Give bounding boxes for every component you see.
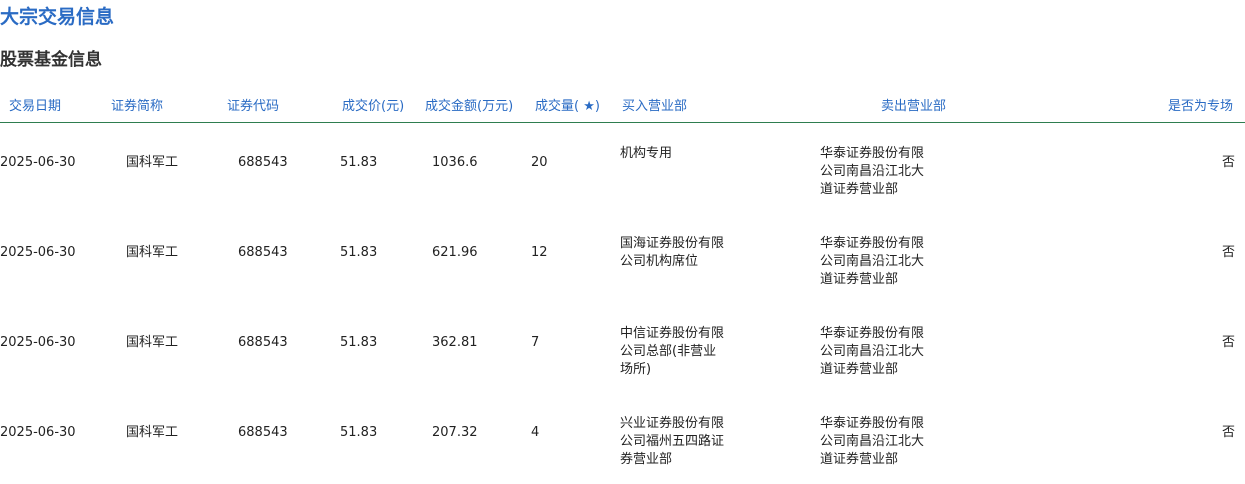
cell-special: 否 [1221,335,1235,350]
cell-buyer-line: 公司机构席位 [620,254,699,269]
table-header: 交易日期 证券简称 证券代码 成交价(元) 成交金额(万元) 成交量( ★) 买… [0,94,1245,123]
cell-special: 否 [1221,155,1235,170]
cell-amount: 621.96 [432,245,478,260]
cell-special: 否 [1221,425,1235,440]
page-title: 大宗交易信息 [0,6,115,28]
header-price[interactable]: 成交价(元) [342,98,404,116]
cell-buyer-line: 中信证券股份有限 [620,326,725,341]
cell-security-name: 国科军工 [126,155,179,170]
cell-security-name: 国科军工 [126,425,179,440]
cell-seller-line: 道证券营业部 [820,362,899,377]
cell-seller-line: 公司南昌沿江北大 [820,344,925,359]
cell-seller: 华泰证券股份有限 公司南昌沿江北大 道证券营业部 [820,235,930,289]
cell-buyer-line: 公司总部(非营业 [620,344,717,359]
header-volume[interactable]: 成交量( ★) [535,98,600,116]
cell-volume: 7 [531,335,540,350]
cell-buyer: 兴业证券股份有限 公司福州五四路证 券营业部 [620,415,730,469]
cell-seller-line: 公司南昌沿江北大 [820,254,925,269]
cell-buyer: 中信证券股份有限 公司总部(非营业 场所) [620,325,730,379]
header-trade-date[interactable]: 交易日期 [9,98,61,116]
cell-seller-line: 公司南昌沿江北大 [820,164,925,179]
cell-trade-date: 2025-06-30 [0,155,76,170]
header-seller[interactable]: 卖出营业部 [881,98,946,116]
cell-seller: 华泰证券股份有限 公司南昌沿江北大 道证券营业部 [820,145,930,199]
block-trade-table: 交易日期 证券简称 证券代码 成交价(元) 成交金额(万元) 成交量( ★) 买… [0,94,1245,483]
cell-price: 51.83 [340,335,378,350]
cell-special: 否 [1221,245,1235,260]
cell-seller-line: 道证券营业部 [820,452,899,467]
cell-buyer: 国海证券股份有限 公司机构席位 [620,235,730,271]
header-special[interactable]: 是否为专场 [1168,98,1233,116]
cell-security-code: 688543 [238,335,288,350]
cell-security-code: 688543 [238,245,288,260]
cell-amount: 1036.6 [432,155,478,170]
cell-trade-date: 2025-06-30 [0,245,76,260]
cell-volume: 4 [531,425,540,440]
section-title: 股票基金信息 [0,50,102,70]
cell-seller: 华泰证券股份有限 公司南昌沿江北大 道证券营业部 [820,415,930,469]
cell-seller-line: 华泰证券股份有限 [820,236,925,251]
cell-price: 51.83 [340,155,378,170]
cell-buyer: 机构专用 [620,145,730,163]
cell-price: 51.83 [340,425,378,440]
cell-volume: 12 [531,245,548,260]
cell-trade-date: 2025-06-30 [0,425,76,440]
cell-buyer-line: 场所) [620,362,652,377]
cell-amount: 207.32 [432,425,478,440]
cell-security-code: 688543 [238,425,288,440]
cell-security-name: 国科军工 [126,245,179,260]
cell-amount: 362.81 [432,335,478,350]
header-buyer[interactable]: 买入营业部 [622,98,687,116]
cell-trade-date: 2025-06-30 [0,335,76,350]
cell-buyer-line: 公司福州五四路证 [620,434,725,449]
cell-seller-line: 华泰证券股份有限 [820,326,925,341]
cell-security-code: 688543 [238,155,288,170]
header-security-code[interactable]: 证券代码 [227,98,279,116]
table-row: 2025-06-30 国科军工 688543 51.83 207.32 4 兴业证券股份有限… [0,393,1245,483]
table-body: 2025-06-30 国科军工 688543 51.83 1036.6 20 机构专用 华泰证… [0,123,1245,483]
cell-volume: 20 [531,155,548,170]
table-row: 2025-06-30 国科军工 688543 51.83 362.81 7 中信证券股份有限… [0,303,1245,393]
header-amount[interactable]: 成交金额(万元) [425,98,513,116]
table-row: 2025-06-30 国科军工 688543 51.83 621.96 12 国海证券股份有… [0,213,1245,303]
cell-buyer-line: 国海证券股份有限 [620,236,725,251]
cell-seller-line: 公司南昌沿江北大 [820,434,925,449]
cell-seller-line: 道证券营业部 [820,182,899,197]
cell-seller-line: 华泰证券股份有限 [820,146,925,161]
cell-buyer-line: 兴业证券股份有限 [620,416,725,431]
cell-seller-line: 华泰证券股份有限 [820,416,925,431]
header-security-name[interactable]: 证券简称 [111,98,163,116]
cell-security-name: 国科军工 [126,335,179,350]
cell-buyer-line: 机构专用 [620,146,673,161]
cell-seller: 华泰证券股份有限 公司南昌沿江北大 道证券营业部 [820,325,930,379]
table-row: 2025-06-30 国科军工 688543 51.83 1036.6 20 机构专用 华泰证… [0,123,1245,213]
cell-price: 51.83 [340,245,378,260]
cell-buyer-line: 券营业部 [620,452,673,467]
cell-seller-line: 道证券营业部 [820,272,899,287]
